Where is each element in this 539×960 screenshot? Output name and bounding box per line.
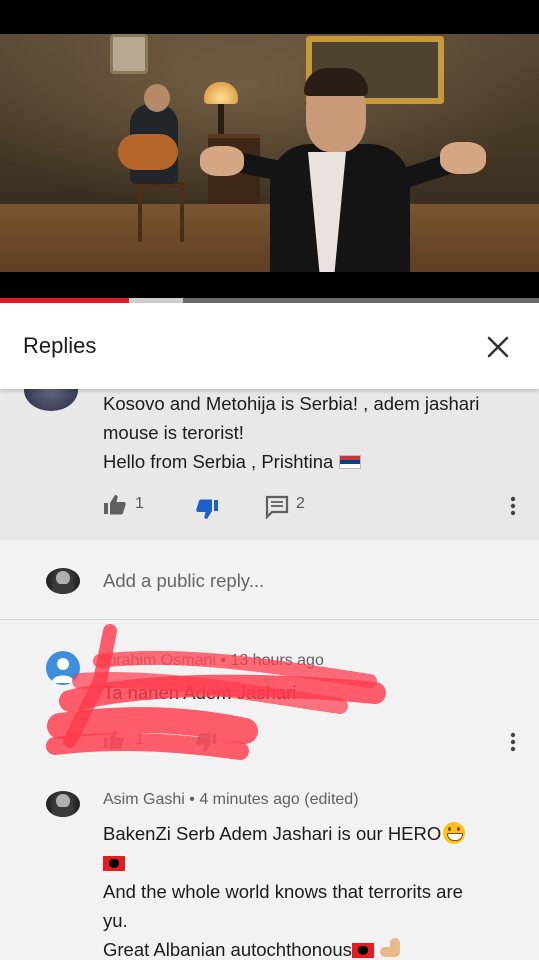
thumbs-up-icon: [103, 730, 124, 749]
user-avatar: [46, 568, 80, 594]
comment-icon: [265, 495, 289, 520]
add-reply-row[interactable]: Add a public reply...: [0, 540, 539, 620]
like-button[interactable]: [103, 729, 125, 756]
guitarist-head: [144, 84, 170, 112]
parent-comment-line: Kosovo and Metohija is Serbia! , adem ja…: [103, 393, 480, 414]
reply-line: yu.: [103, 910, 128, 931]
like-button[interactable]: [103, 493, 127, 522]
video-frame[interactable]: [0, 34, 539, 272]
reply-time: 4 minutes ago (edited): [199, 791, 359, 808]
more-options-button[interactable]: [508, 731, 518, 753]
avatar-image: [52, 794, 74, 817]
reply-author[interactable]: Asim Gashi: [103, 791, 185, 808]
thumbs-down-icon: [196, 499, 218, 519]
reply-button[interactable]: [265, 495, 289, 524]
grinning-face-icon: [443, 822, 466, 844]
stool: [138, 182, 184, 242]
albania-flag-icon: [351, 943, 374, 958]
lamp: [204, 82, 238, 104]
like-count: 1: [135, 731, 144, 748]
reply-text: Ta nanen Adem Jashari: [103, 682, 297, 703]
reply-comment: Ibrahim Osmani • 13 hours ago Ta nanen A…: [0, 621, 539, 781]
reply-author-avatar[interactable]: [46, 791, 80, 817]
reply-line: And the whole world knows that terrorits…: [103, 881, 463, 902]
more-vert-icon: [510, 496, 516, 516]
thumbs-down-icon: [196, 733, 217, 752]
reply-line: [103, 848, 523, 877]
thumbs-up-icon: [104, 495, 126, 515]
replies-header: Replies: [0, 303, 539, 389]
reply-time: 13 hours ago: [230, 652, 324, 669]
albania-flag-icon: [103, 856, 125, 871]
guitar: [118, 134, 178, 170]
reply-meta: Asim Gashi • 4 minutes ago (edited): [103, 791, 359, 809]
avatar-image: [52, 571, 74, 594]
close-button[interactable]: [482, 331, 514, 363]
dislike-button[interactable]: [195, 497, 219, 526]
reply-author-avatar[interactable]: [46, 651, 80, 685]
replies-title: Replies: [23, 333, 97, 358]
reply-line: BakenZi Serb Adem Jashari is our HERO: [103, 819, 523, 848]
reply-meta: Ibrahim Osmani • 13 hours ago: [103, 652, 324, 670]
add-reply-input[interactable]: Add a public reply...: [103, 570, 264, 592]
video-player[interactable]: [0, 0, 539, 303]
reply-count: 2: [296, 495, 305, 512]
flexed-biceps-icon: [378, 937, 402, 959]
reply-line: Great Albanian autochthonous: [103, 935, 523, 960]
reply-text: BakenZi Serb Adem Jashari is our HERO An…: [103, 819, 523, 960]
singer-hand-right: [440, 142, 486, 174]
parent-comment-text: Kosovo and Metohija is Serbia! , adem ja…: [103, 389, 523, 476]
parent-comment-line: Hello from Serbia , Prishtina: [103, 447, 523, 476]
parent-comment-actions: 1 2: [0, 493, 539, 523]
parent-comment: Kosovo and Metohija is Serbia! , adem ja…: [0, 369, 539, 540]
parent-comment-line: mouse is terorist!: [103, 422, 244, 443]
dislike-button[interactable]: [195, 731, 217, 758]
meta-separator: •: [220, 652, 226, 669]
meta-separator: •: [189, 791, 195, 808]
default-avatar-icon: [51, 658, 75, 683]
serbia-flag-icon: [339, 455, 362, 469]
close-icon: [487, 336, 509, 358]
more-vert-icon: [510, 732, 516, 752]
singer-hair: [304, 68, 368, 96]
reply-comment: Asim Gashi • 4 minutes ago (edited) Bake…: [0, 781, 539, 960]
singer-hand-left: [200, 146, 244, 176]
more-options-button[interactable]: [508, 495, 518, 517]
reply-author[interactable]: Ibrahim Osmani: [103, 652, 216, 669]
like-count: 1: [135, 495, 144, 512]
lamp-base: [218, 104, 224, 134]
wall-clock: [110, 34, 148, 74]
